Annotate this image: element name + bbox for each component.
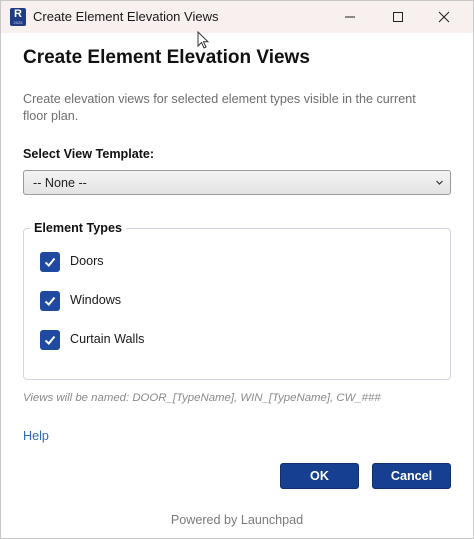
maximize-icon bbox=[393, 12, 403, 22]
app-icon-version: 2025 bbox=[13, 20, 23, 25]
element-types-group: Element Types Doors Windows Curtain Wall… bbox=[23, 221, 451, 380]
minimize-button[interactable] bbox=[327, 1, 373, 33]
view-template-label: Select View Template: bbox=[23, 147, 155, 161]
title-bar[interactable]: R 2025 Create Element Elevation Views bbox=[1, 1, 473, 33]
checkmark-icon bbox=[44, 296, 56, 306]
element-types-title: Element Types bbox=[30, 221, 126, 235]
app-icon-letter: R bbox=[14, 8, 22, 20]
help-link[interactable]: Help bbox=[23, 429, 49, 443]
close-icon bbox=[438, 11, 450, 23]
naming-note: Views will be named: DOOR_[TypeName], WI… bbox=[23, 392, 381, 404]
windows-checkbox[interactable] bbox=[40, 291, 60, 311]
dialog-heading: Create Element Elevation Views bbox=[23, 47, 310, 68]
doors-label: Doors bbox=[70, 254, 104, 268]
dialog-description: Create elevation views for selected elem… bbox=[23, 92, 416, 123]
ok-button[interactable]: OK bbox=[280, 463, 359, 489]
windows-label: Windows bbox=[70, 293, 122, 307]
checkmark-icon bbox=[44, 257, 56, 267]
cancel-button[interactable]: Cancel bbox=[372, 463, 451, 489]
doors-checkbox[interactable] bbox=[40, 252, 60, 272]
view-template-select[interactable]: -- None -- bbox=[23, 170, 451, 195]
checkmark-icon bbox=[44, 335, 56, 345]
window-title: Create Element Elevation Views bbox=[33, 9, 219, 24]
powered-by-footer: Powered by Launchpad bbox=[170, 513, 304, 527]
curtain-walls-label: Curtain Walls bbox=[70, 332, 145, 346]
chevron-down-icon bbox=[436, 180, 443, 185]
dialog-window: R 2025 Create Element Elevation Views Cr… bbox=[0, 0, 474, 539]
curtain-walls-checkbox[interactable] bbox=[40, 330, 60, 350]
close-button[interactable] bbox=[421, 1, 467, 33]
view-template-value: -- None -- bbox=[33, 176, 87, 190]
maximize-button[interactable] bbox=[375, 1, 421, 33]
revit-app-icon: R 2025 bbox=[10, 8, 26, 26]
minimize-icon bbox=[345, 16, 355, 18]
